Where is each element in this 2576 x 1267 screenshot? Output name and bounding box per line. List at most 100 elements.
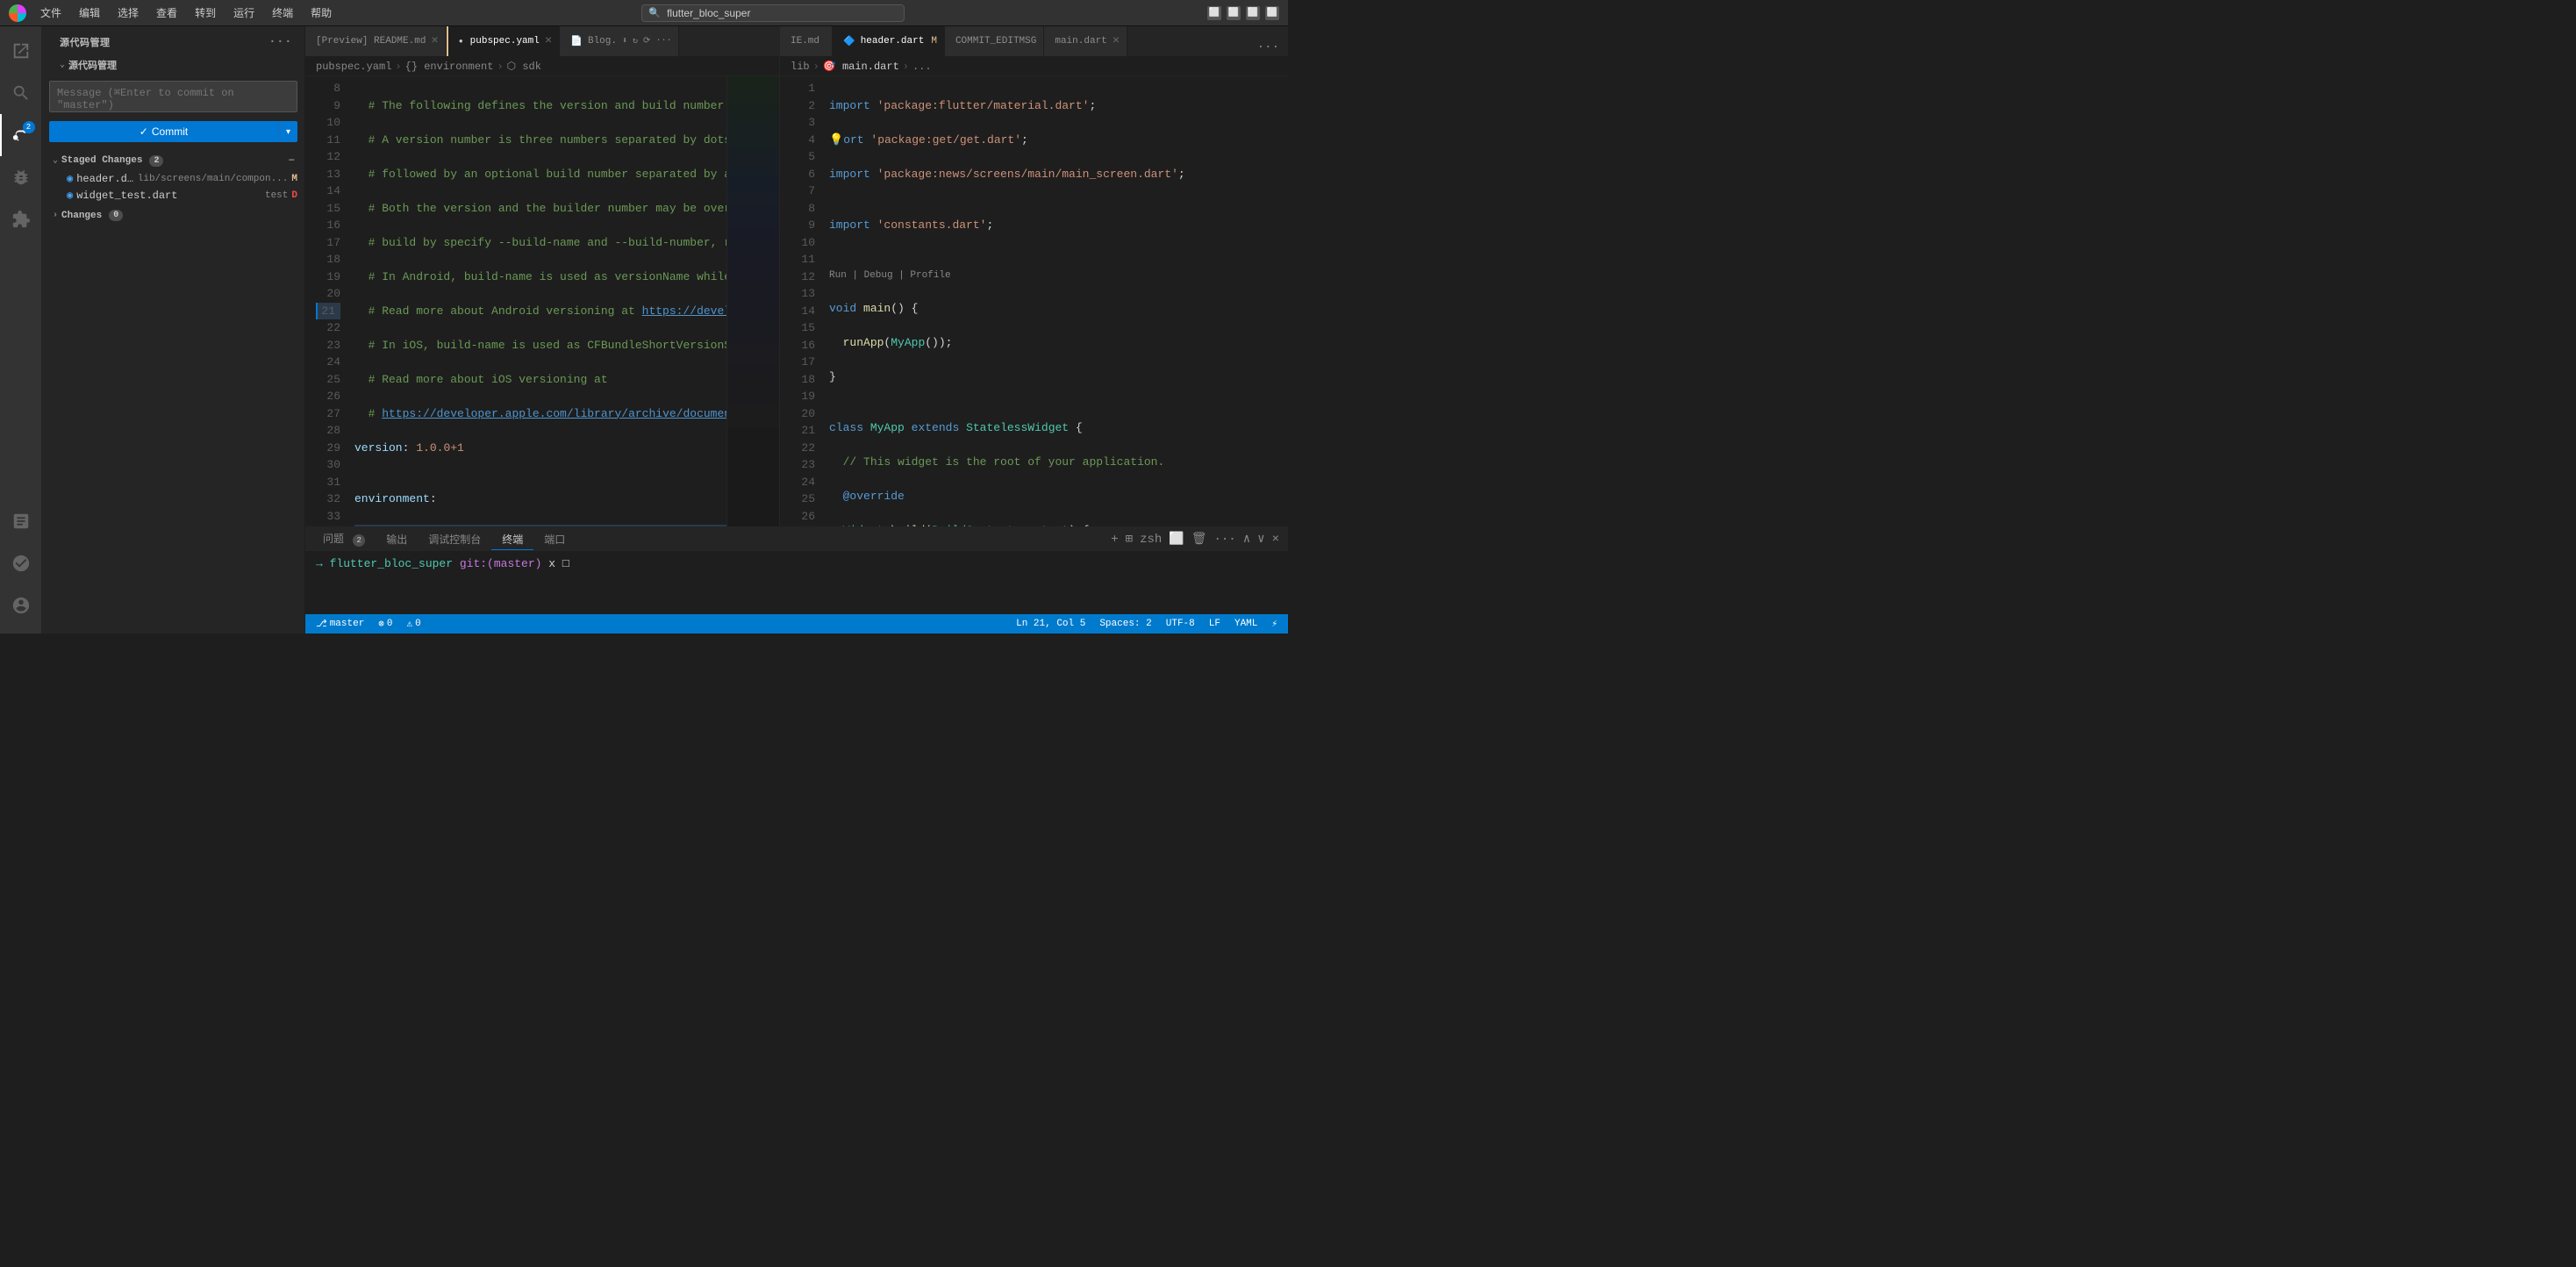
tab-output[interactable]: 输出	[376, 529, 418, 550]
tab-close-preview[interactable]: ×	[431, 35, 438, 47]
terminal-more-btn[interactable]: ···	[1213, 531, 1238, 548]
terminal-close-btn[interactable]: ×	[1270, 531, 1281, 548]
changes-header[interactable]: › Changes 0	[42, 207, 304, 224]
menu-help[interactable]: 帮助	[304, 4, 339, 22]
tab-blog-download: ⬇	[622, 36, 627, 47]
menu-edit[interactable]: 编辑	[72, 4, 107, 22]
right-line-numbers: 12345 6789 1011121314 1516171819 2021222…	[780, 76, 822, 526]
terminal-add-btn[interactable]: +	[1109, 531, 1120, 548]
tab-commit-editmsg[interactable]: COMMIT_EDITMSG	[945, 26, 1044, 56]
menu-goto[interactable]: 转到	[188, 4, 223, 22]
unstage-all-btn[interactable]: −	[286, 154, 297, 168]
staged-file-header-dart[interactable]: ◉ header.dart lib/screens/main/compon...…	[42, 170, 304, 187]
activity-source-control[interactable]: 2	[0, 114, 42, 156]
staged-changes-header[interactable]: ⌄ Staged Changes 2 −	[42, 151, 304, 170]
tab-label-main: main.dart	[1055, 36, 1106, 47]
left-tab-bar: [Preview] README.md × ● pubspec.yaml × 📄…	[305, 26, 779, 57]
sidebar-more-btn[interactable]: ···	[267, 33, 294, 51]
tab-header-dart[interactable]: 🔷 header.dart M	[833, 26, 945, 56]
menu-terminal[interactable]: 终端	[265, 4, 300, 22]
tab-label-blog: 📄	[570, 35, 583, 47]
left-code-editor[interactable]: 89101112 1314151617 181920 21 2223242526…	[305, 76, 779, 526]
activity-extensions[interactable]	[0, 198, 42, 240]
commit-message-input[interactable]	[49, 81, 297, 112]
right-editor-pane: IE.md 🔷 header.dart M COMMIT_EDITMSG mai…	[779, 26, 1288, 526]
terminal-up-btn[interactable]: ∧	[1241, 530, 1252, 548]
right-code-editor[interactable]: 12345 6789 1011121314 1516171819 2021222…	[780, 76, 1288, 526]
menu-view[interactable]: 查看	[149, 4, 184, 22]
staged-file-widget-test[interactable]: ◉ widget_test.dart test D	[42, 187, 304, 204]
breadcrumb-sdk[interactable]: ⬡ sdk	[507, 60, 541, 73]
tab-ports[interactable]: 端口	[533, 529, 576, 550]
breadcrumb-main-dart[interactable]: 🎯 main.dart	[823, 60, 899, 73]
tab-close-pubspec[interactable]: ×	[545, 35, 552, 47]
tab-preview-readme[interactable]: [Preview] README.md ×	[305, 26, 447, 56]
commit-button[interactable]: ✓ 源代码管理 Commit	[49, 121, 278, 142]
tab-more-btn[interactable]: ···	[1256, 39, 1281, 56]
terminal-down-btn[interactable]: ∨	[1256, 530, 1266, 548]
search-input[interactable]	[641, 4, 905, 22]
commit-dropdown-button[interactable]: ▾	[278, 121, 297, 142]
tab-main-dart[interactable]: main.dart ×	[1044, 26, 1127, 56]
menu-file[interactable]: 文件	[33, 4, 68, 22]
tab-close-main[interactable]: ×	[1113, 35, 1120, 47]
activity-test[interactable]	[0, 500, 42, 542]
tab-terminal[interactable]: 终端	[491, 529, 533, 550]
dart-file-icon-2: ◉	[67, 189, 73, 202]
status-warnings[interactable]: ⚠ 0	[404, 618, 425, 630]
activity-remote[interactable]	[0, 542, 42, 584]
status-eol[interactable]: LF	[1206, 619, 1224, 629]
terminal-split-btn[interactable]: ⊞	[1124, 530, 1134, 548]
terminal-actions: + ⊞ zsh ⬜ 🗑 ··· ∧ ∨ ×	[1109, 530, 1281, 548]
status-spaces[interactable]: Spaces: 2	[1096, 619, 1155, 629]
window-btn-4[interactable]: ⬜	[1265, 6, 1279, 20]
staged-filepath-1: lib/screens/main/compon...	[138, 174, 289, 184]
window-btn-2[interactable]: ⬜	[1227, 6, 1241, 20]
activity-explorer[interactable]	[0, 30, 42, 72]
breadcrumb-environment[interactable]: {} environment	[405, 61, 494, 73]
encoding-text: UTF-8	[1166, 619, 1195, 629]
terminal-body[interactable]: → flutter_bloc_super git:(master) x □	[305, 552, 1288, 614]
window-btn-3[interactable]: ⬜	[1246, 6, 1260, 20]
activity-search[interactable]	[0, 72, 42, 114]
tab-pubspec-yaml[interactable]: ● pubspec.yaml ×	[447, 26, 560, 56]
window-btn-1[interactable]: ⬜	[1207, 6, 1221, 20]
error-icon: ⊗	[378, 618, 384, 630]
tab-problems[interactable]: 问题 2	[312, 528, 376, 550]
breadcrumb-pubspec[interactable]: pubspec.yaml	[316, 61, 391, 73]
changes-header-left: › Changes 0	[53, 210, 123, 221]
chevron-down-icon: ▾	[286, 127, 290, 137]
staged-status-2: D	[291, 190, 297, 201]
tab-label: [Preview] README.md	[316, 36, 426, 47]
staged-changes-header-left: ⌄ Staged Changes 2	[53, 155, 163, 167]
terminal-delete-btn[interactable]: 🗑	[1190, 530, 1209, 548]
tab-ie-md[interactable]: IE.md	[780, 26, 833, 56]
status-branch[interactable]: ⎇ master	[312, 618, 368, 630]
left-code-content: 89101112 1314151617 181920 21 2223242526…	[305, 76, 779, 526]
activity-debug[interactable]	[0, 156, 42, 198]
tab-debug-console[interactable]: 调试控制台	[418, 529, 491, 550]
menu-select[interactable]: 选择	[111, 4, 146, 22]
terminal-branch: git:(master)	[460, 557, 542, 570]
status-encoding[interactable]: UTF-8	[1163, 619, 1199, 629]
left-line-numbers: 89101112 1314151617 181920 21 2223242526…	[305, 76, 347, 526]
activity-account[interactable]	[0, 584, 42, 626]
tab-blog-refresh: ↻	[633, 36, 638, 47]
left-code-lines[interactable]: # The following defines the version and …	[347, 76, 726, 526]
terminal-maximize-btn[interactable]: ⬜	[1167, 530, 1185, 548]
breadcrumb-dots[interactable]: ...	[912, 61, 932, 73]
tab-modified-indicator	[447, 26, 448, 56]
right-code-lines[interactable]: import 'package:flutter/material.dart'; …	[822, 76, 1288, 526]
status-notifications[interactable]: ⚡	[1268, 618, 1281, 630]
staged-filename-2: widget_test.dart	[76, 190, 261, 202]
status-errors[interactable]: ⊗ 0	[375, 618, 396, 630]
tab-blog[interactable]: 📄 Blog. ⬇ ↻ ⟳ ···	[560, 26, 679, 56]
changes-count-badge: 0	[109, 210, 123, 221]
status-language[interactable]: YAML	[1231, 619, 1261, 629]
terminal-label-btn[interactable]: zsh	[1138, 531, 1163, 548]
scm-section-title[interactable]: ⌄ 源代码管理	[42, 54, 304, 75]
status-position[interactable]: Ln 21, Col 5	[1013, 619, 1089, 629]
commit-btn-row: ✓ 源代码管理 Commit ▾	[49, 121, 297, 142]
menu-run[interactable]: 运行	[226, 4, 261, 22]
breadcrumb-lib[interactable]: lib	[791, 61, 810, 73]
